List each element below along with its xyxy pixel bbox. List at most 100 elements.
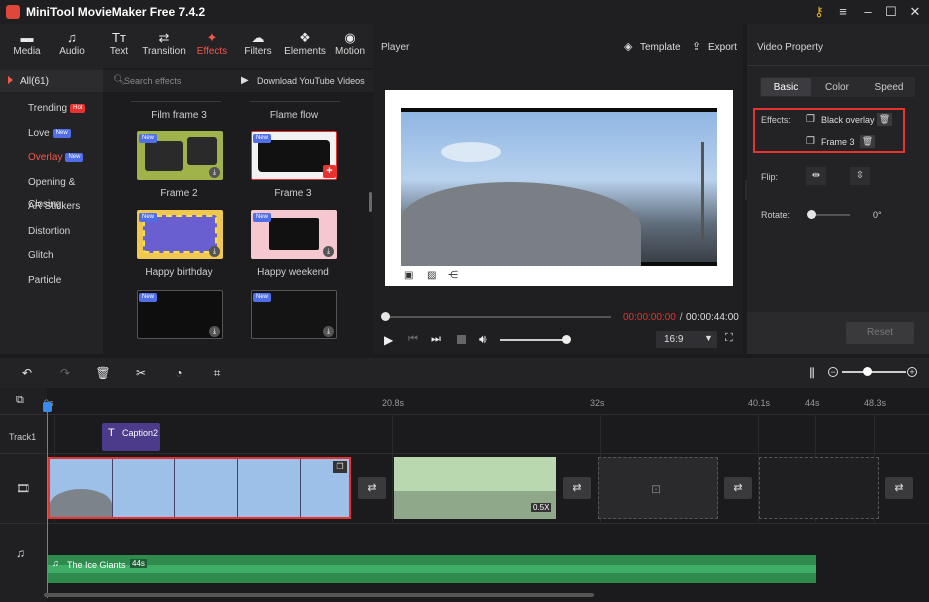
volume-slider[interactable]	[500, 339, 566, 341]
previous-frame-button[interactable]: ⏮	[408, 333, 418, 346]
tab-color[interactable]: Color	[812, 82, 862, 93]
tab-speed[interactable]: Speed	[864, 82, 914, 93]
redo-icon[interactable]: ↷	[56, 366, 74, 382]
fit-timeline-icon[interactable]: ⫼	[803, 366, 821, 382]
category-ar-stickers[interactable]: AR Stickers	[0, 196, 103, 218]
export-button[interactable]: Export	[708, 42, 737, 53]
undo-icon[interactable]: ↶	[18, 366, 36, 382]
key-icon[interactable]: ⚷	[808, 3, 830, 21]
toolbar-label: Text	[109, 46, 129, 57]
category-label: Particle	[28, 275, 62, 286]
tab-audio[interactable]: ♫ Audio	[50, 30, 94, 66]
properties-title: Video Property	[757, 42, 823, 53]
speed-icon[interactable]: ◔	[170, 366, 188, 382]
delete-effect-button[interactable]: 🗑︎	[860, 135, 875, 148]
category-label: Trending	[28, 103, 68, 114]
playhead-handle[interactable]	[43, 402, 52, 412]
download-icon[interactable]: ⤓	[209, 167, 220, 178]
category-all-label: All(61)	[20, 76, 49, 87]
zoom-slider[interactable]	[842, 371, 906, 373]
category-label: Distortion	[28, 226, 71, 237]
category-love[interactable]: Love New	[0, 123, 103, 145]
crop-icon[interactable]: ⌗	[208, 366, 226, 382]
transition-slot[interactable]: ⇄	[724, 477, 752, 499]
zoom-handle[interactable]	[863, 367, 872, 376]
divider	[747, 65, 929, 66]
download-icon[interactable]: ⤓	[323, 326, 334, 337]
new-badge: New	[253, 213, 272, 222]
transition-slot[interactable]: ⇄	[358, 477, 386, 499]
download-icon[interactable]: ⤓	[209, 326, 220, 337]
tab-text[interactable]: Tт Text	[97, 30, 141, 66]
tab-basic[interactable]: Basic	[761, 82, 811, 93]
effect-icon: ❐	[806, 136, 815, 147]
zoom-out-button[interactable]: −	[828, 367, 838, 377]
add-track-icon[interactable]: ⧉	[16, 394, 24, 407]
category-opening-closing[interactable]: Opening & Closing	[0, 172, 103, 210]
delete-icon[interactable]: 🗑︎	[94, 366, 112, 382]
volume-icon[interactable]: 🔊︎	[479, 332, 487, 347]
template-button[interactable]: Template	[640, 42, 681, 53]
seek-bar[interactable]	[385, 316, 611, 318]
download-icon[interactable]: ⤓	[209, 246, 220, 257]
reset-button[interactable]: Reset	[846, 322, 914, 344]
play-button[interactable]: ▶	[384, 333, 393, 347]
close-button[interactable]: ✕	[904, 3, 926, 21]
new-badge: New	[139, 213, 158, 222]
empty-clip-slot[interactable]	[759, 457, 879, 519]
template-icon: ◈	[624, 41, 633, 53]
speed-badge: 0.5X	[531, 503, 552, 512]
rotate-value: 0°	[873, 210, 882, 220]
ruler-gridline	[392, 414, 393, 524]
category-trending[interactable]: Trending Hot	[0, 98, 103, 120]
delete-effect-button[interactable]: 🗑︎	[877, 113, 892, 126]
effect-black-overlay[interactable]: Black overlay	[821, 115, 875, 125]
zoom-in-button[interactable]: +	[907, 367, 917, 377]
split-icon[interactable]: ✂	[132, 366, 150, 382]
category-distortion[interactable]: Distortion	[0, 221, 103, 243]
current-time: 00:00:00:00	[623, 312, 676, 323]
maximize-button[interactable]: ☐	[880, 3, 902, 21]
tab-elements[interactable]: ❖ Elements	[283, 30, 327, 66]
tab-effects[interactable]: ✦ Effects	[190, 30, 234, 66]
fullscreen-icon[interactable]: ⛶	[725, 332, 733, 345]
next-frame-button[interactable]: ⏭	[431, 333, 441, 346]
volume-handle[interactable]	[562, 335, 571, 344]
new-badge: New	[253, 134, 272, 143]
app-title: MiniTool MovieMaker Free 7.4.2	[26, 5, 206, 19]
track1-label: Track1	[9, 432, 37, 442]
seek-handle[interactable]	[381, 312, 390, 321]
gallery-scrollbar[interactable]	[369, 192, 372, 212]
menu-icon[interactable]: ≡	[832, 3, 854, 21]
video-clip-1[interactable]	[48, 457, 351, 519]
download-icon[interactable]: ⤓	[323, 246, 334, 257]
toolbar-label: Media	[13, 46, 41, 57]
tab-motion[interactable]: ◉ Motion	[328, 30, 372, 66]
minimize-button[interactable]: –	[857, 3, 879, 21]
search-effects-input[interactable]: Search effects	[124, 76, 181, 86]
app-logo-icon	[6, 5, 20, 19]
timeline-scrollbar[interactable]	[44, 593, 594, 597]
audio-clip[interactable]	[48, 555, 816, 583]
add-effect-button[interactable]: +	[323, 165, 336, 178]
rotate-handle[interactable]	[807, 210, 816, 219]
download-youtube-link[interactable]: Download YouTube Videos	[257, 76, 365, 86]
effect-frame-3[interactable]: Frame 3	[821, 137, 855, 147]
rotate-slider[interactable]	[810, 214, 850, 216]
stop-button[interactable]	[457, 335, 466, 344]
transition-slot[interactable]: ⇄	[885, 477, 913, 499]
transition-slot[interactable]: ⇄	[563, 477, 591, 499]
tab-transition[interactable]: ⇄ Transition	[142, 30, 186, 66]
category-overlay[interactable]: Overlay New	[0, 147, 103, 169]
category-particle[interactable]: Particle	[0, 270, 103, 292]
tab-media[interactable]: ▬ Media	[5, 30, 49, 66]
category-all[interactable]	[0, 70, 103, 92]
share-icon[interactable]: ⋲	[448, 270, 458, 281]
flip-horizontal-button[interactable]: ⇹	[806, 167, 826, 185]
camera-icon[interactable]: ▣	[404, 270, 413, 281]
category-glitch[interactable]: Glitch	[0, 245, 103, 267]
image-icon[interactable]: ▨	[427, 270, 436, 281]
flip-vertical-button[interactable]: ⇳	[850, 167, 870, 185]
tab-filters[interactable]: ☁ Filters	[236, 30, 280, 66]
motion-icon: ◉	[344, 30, 356, 45]
